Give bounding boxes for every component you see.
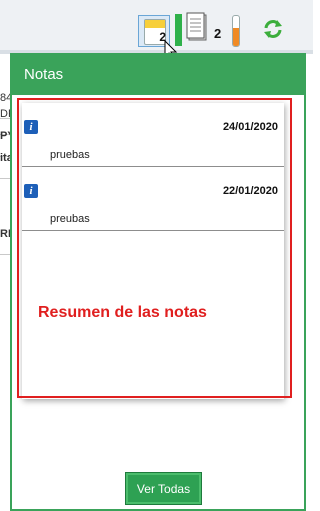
view-all-button[interactable]: Ver Todas (125, 472, 202, 505)
thermometer-icon (232, 15, 240, 47)
top-toolbar: 2 2 (0, 0, 313, 61)
note-date: 22/01/2020 (222, 185, 278, 197)
note-date: 24/01/2020 (222, 121, 278, 133)
note-text: preubas (50, 213, 90, 225)
notes-panel: Notas i 24/01/2020 pruebas i 22/01/2020 … (10, 53, 306, 511)
thermometer-fill (233, 28, 239, 46)
panel-header: Notas (12, 55, 304, 95)
info-icon: i (24, 120, 38, 134)
note-text: pruebas (50, 149, 90, 161)
panel-title: Notas (24, 66, 64, 83)
info-icon: i (24, 184, 38, 198)
annotation-label: Resumen de las notas (38, 304, 207, 321)
note-item[interactable]: i 22/01/2020 preubas (22, 167, 284, 231)
refresh-icon[interactable] (262, 18, 284, 40)
notes-list: i 24/01/2020 pruebas i 22/01/2020 preuba… (22, 103, 284, 399)
note-item[interactable]: i 24/01/2020 pruebas (22, 103, 284, 167)
note-separator (22, 230, 284, 231)
documents-count: 2 (214, 26, 222, 41)
document-icon[interactable] (186, 12, 208, 42)
